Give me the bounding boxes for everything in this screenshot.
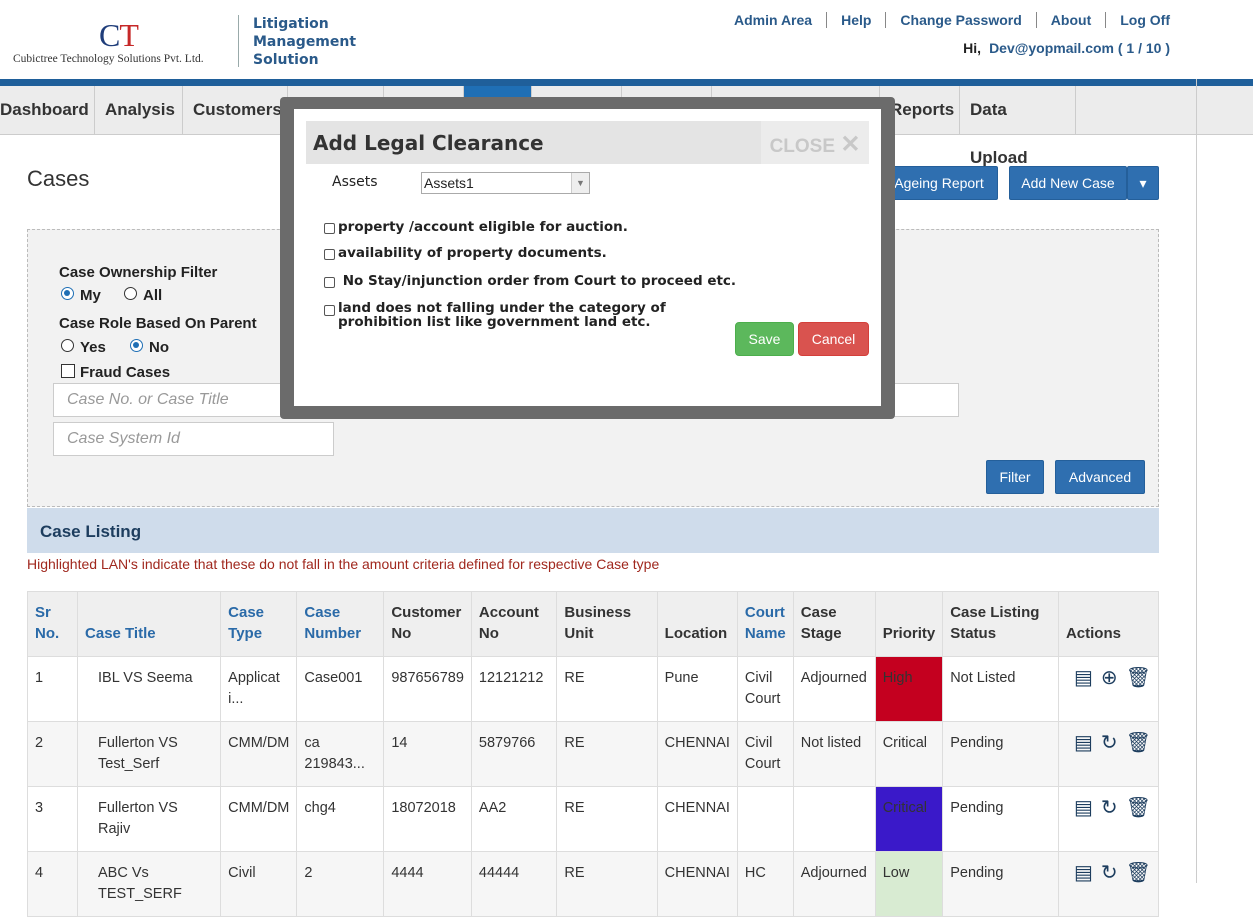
priority-badge: Critical xyxy=(874,721,944,787)
nav-analysis[interactable]: Analysis xyxy=(95,86,183,134)
radio-all[interactable] xyxy=(124,287,137,300)
priority-badge: High xyxy=(874,656,944,722)
delete-icon[interactable]: 🗑 xyxy=(1126,668,1151,689)
case-table: Sr No. Case Title Case Type Case Number … xyxy=(26,591,1160,917)
col-business-unit: Business Unit xyxy=(556,591,658,657)
save-button[interactable]: Save xyxy=(735,322,794,356)
col-priority: Priority xyxy=(874,591,944,657)
logo-divider xyxy=(238,15,239,67)
refresh-icon[interactable]: ↻ xyxy=(1101,733,1118,754)
user-greeting: Hi, Dev@yopmail.com ( 1 / 10 ) xyxy=(963,40,1170,56)
col-actions: Actions xyxy=(1057,591,1160,657)
modal-header: Add Legal Clearance CLOSE ✕ xyxy=(306,121,869,164)
col-account-no: Account No xyxy=(470,591,558,657)
advanced-button[interactable]: Advanced xyxy=(1055,460,1145,494)
no-stay-order-label: No Stay/injunction order from Court to p… xyxy=(338,273,737,289)
change-password-link[interactable]: Change Password xyxy=(886,12,1037,28)
app-name: Litigation Management Solution xyxy=(253,16,357,68)
radio-no[interactable] xyxy=(130,339,143,352)
auction-eligible-label: property /account eligible for auction. xyxy=(338,219,628,235)
col-case-stage: Case Stage xyxy=(792,591,876,657)
col-listing-status: Case Listing Status xyxy=(942,591,1059,657)
radio-no-label: No xyxy=(149,339,169,356)
radio-yes-label: Yes xyxy=(80,339,106,356)
company-logo: CT xyxy=(99,17,139,53)
nav-customers[interactable]: Customers xyxy=(183,86,288,134)
close-button[interactable]: CLOSE ✕ xyxy=(761,121,869,164)
delete-icon[interactable]: 🗑 xyxy=(1126,798,1151,819)
role-filter-label: Case Role Based On Parent xyxy=(59,315,257,332)
radio-yes[interactable] xyxy=(61,339,74,352)
log-off-link[interactable]: Log Off xyxy=(1106,12,1170,28)
ownership-filter-label: Case Ownership Filter xyxy=(59,264,218,281)
no-stay-order-checkbox[interactable] xyxy=(324,277,335,288)
priority-badge: Critical xyxy=(874,786,944,852)
modal-title: Add Legal Clearance xyxy=(313,131,544,155)
case-listing-header: Case Listing xyxy=(27,508,1159,553)
col-case-type[interactable]: Case Type xyxy=(220,591,298,657)
property-documents-label: availability of property documents. xyxy=(338,245,607,261)
about-link[interactable]: About xyxy=(1037,12,1107,28)
col-location: Location xyxy=(656,591,738,657)
admin-area-link[interactable]: Admin Area xyxy=(720,12,828,28)
refresh-icon[interactable]: ↻ xyxy=(1101,863,1118,884)
table-row: 4 ABC Vs TEST_SERF Civil 2 4444 44444 RE… xyxy=(26,851,1160,917)
col-customer-no: Customer No xyxy=(383,591,472,657)
radio-my-label: My xyxy=(80,287,101,304)
cancel-button[interactable]: Cancel xyxy=(798,322,869,356)
fraud-cases-checkbox[interactable] xyxy=(61,364,75,378)
refresh-icon[interactable]: ↻ xyxy=(1101,798,1118,819)
details-icon[interactable]: ▤ xyxy=(1074,798,1093,819)
header: CT Cubictree Technology Solutions Pvt. L… xyxy=(0,12,1253,79)
property-documents-checkbox[interactable] xyxy=(324,249,335,260)
add-case-dropdown-button[interactable]: ▾ xyxy=(1127,166,1159,200)
col-case-number[interactable]: Case Number xyxy=(296,591,385,657)
add-icon[interactable]: ⊕ xyxy=(1101,668,1118,689)
details-icon[interactable]: ▤ xyxy=(1074,733,1093,754)
add-new-case-button[interactable]: Add New Case xyxy=(1009,166,1127,200)
col-sr-no[interactable]: Sr No. xyxy=(26,591,79,657)
delete-icon[interactable]: 🗑 xyxy=(1126,863,1151,884)
nav-band xyxy=(0,79,1253,86)
col-case-title[interactable]: Case Title xyxy=(77,591,222,657)
details-icon[interactable]: ▤ xyxy=(1074,668,1093,689)
priority-badge: Low xyxy=(874,851,944,917)
table-header-row: Sr No. Case Title Case Type Case Number … xyxy=(26,591,1160,657)
case-system-id-input[interactable]: Case System Id xyxy=(53,422,334,456)
filter-button[interactable]: Filter xyxy=(986,460,1044,494)
right-divider xyxy=(1196,79,1197,883)
table-row: 3 Fullerton VS Rajiv CMM/DM chg4 1807201… xyxy=(26,786,1160,852)
nav-dashboard[interactable]: Dashboard xyxy=(0,86,95,134)
company-name: Cubictree Technology Solutions Pvt. Ltd. xyxy=(13,53,204,65)
assets-label: Assets xyxy=(332,174,378,190)
table-row: 1 IBL VS Seema Applicat i... Case001 987… xyxy=(26,656,1160,722)
col-court-name[interactable]: Court Name xyxy=(736,591,794,657)
prohibition-list-checkbox[interactable] xyxy=(324,305,335,316)
radio-my[interactable] xyxy=(61,287,74,300)
table-row: 2 Fullerton VS Test_Serf CMM/DM ca 21984… xyxy=(26,721,1160,787)
details-icon[interactable]: ▤ xyxy=(1074,863,1093,884)
add-legal-clearance-modal: Add Legal Clearance CLOSE ✕ Assets Asset… xyxy=(294,109,881,406)
page-title: Cases xyxy=(27,166,90,191)
top-links: Admin Area Help Change Password About Lo… xyxy=(720,12,1170,28)
user-link[interactable]: Dev@yopmail.com ( 1 / 10 ) xyxy=(989,40,1170,56)
nav-data-upload[interactable]: Data Upload xyxy=(960,86,1076,167)
delete-icon[interactable]: 🗑 xyxy=(1126,733,1151,754)
prohibition-list-label: land does not falling under the category… xyxy=(338,300,666,330)
chevron-down-icon: ▼ xyxy=(571,173,589,193)
fraud-cases-label: Fraud Cases xyxy=(80,364,171,381)
assets-select[interactable]: Assets1 ▼ xyxy=(421,172,590,194)
listing-note: Highlighted LAN's indicate that these do… xyxy=(27,556,660,572)
close-icon: ✕ xyxy=(840,131,861,158)
help-link[interactable]: Help xyxy=(827,12,887,28)
auction-eligible-checkbox[interactable] xyxy=(324,223,335,234)
radio-all-label: All xyxy=(143,287,163,304)
ageing-report-button[interactable]: Ageing Report xyxy=(880,166,998,200)
